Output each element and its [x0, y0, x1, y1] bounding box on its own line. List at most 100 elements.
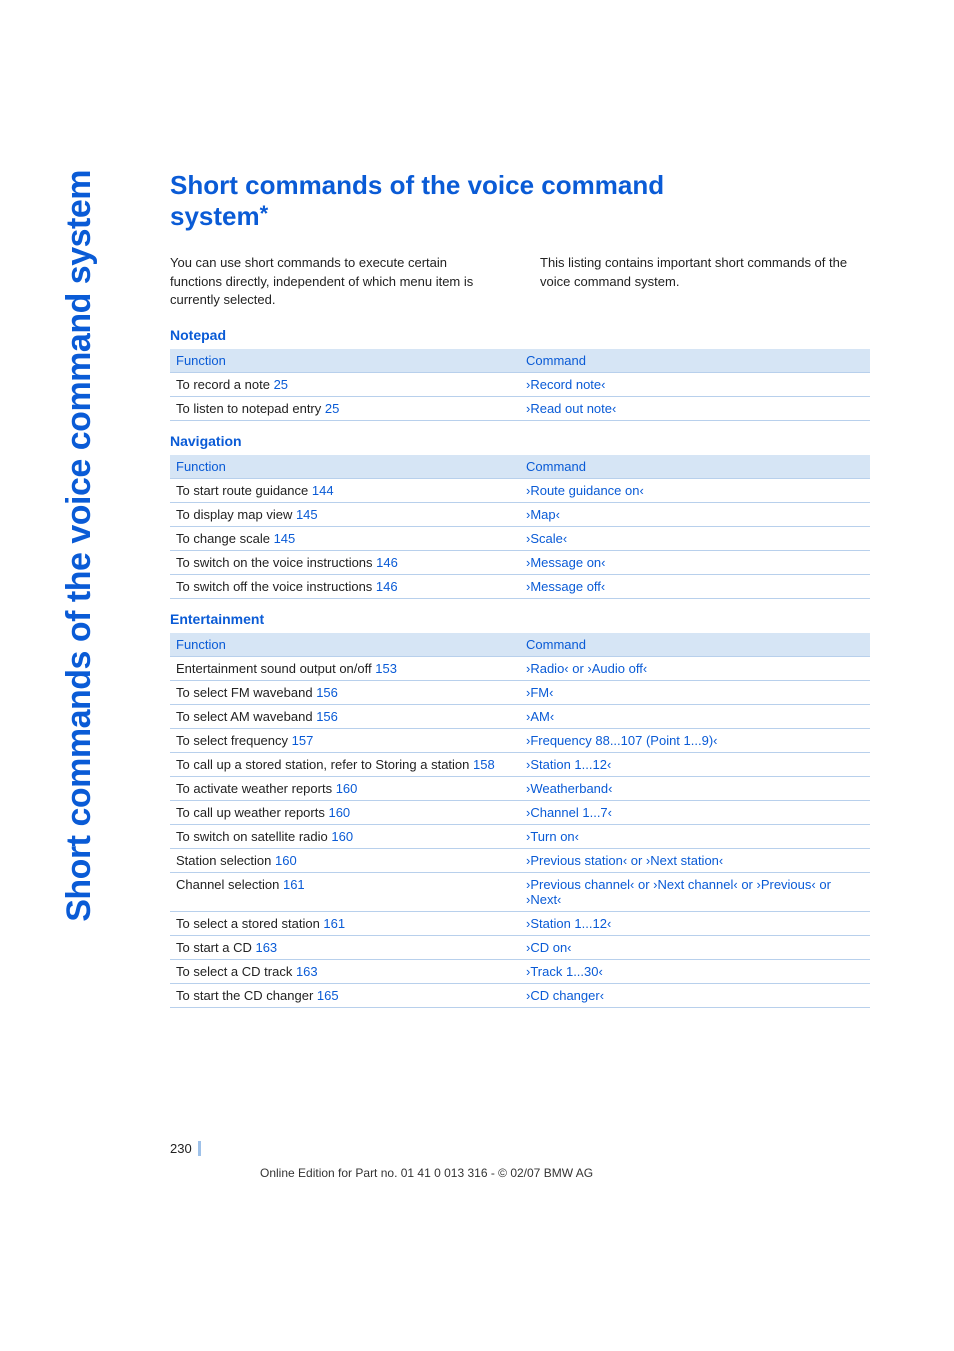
table-row: To start route guidance 144›Route guidan… [170, 478, 870, 502]
section-navigation: Navigation [170, 433, 870, 449]
table-row: To display map view 145›Map‹ [170, 502, 870, 526]
table-row: To switch on satellite radio 160›Turn on… [170, 824, 870, 848]
entertainment-table: Function Command Entertainment sound out… [170, 633, 870, 1008]
table-row: To switch on the voice instructions 146›… [170, 550, 870, 574]
th-function: Function [170, 349, 520, 373]
cell-function: To record a note 25 [170, 372, 520, 396]
table-row: Station selection 160›Previous station‹ … [170, 848, 870, 872]
intro-columns: You can use short commands to execute ce… [170, 254, 870, 309]
cell-command: ›Message off‹ [520, 574, 870, 598]
table-row: To call up weather reports 160›Channel 1… [170, 800, 870, 824]
side-tab-title: Short commands of the voice command syst… [60, 170, 99, 922]
page-ref[interactable]: 161 [323, 916, 345, 931]
navigation-table: Function Command To start route guidance… [170, 455, 870, 599]
table-row: To start the CD changer 165›CD changer‹ [170, 983, 870, 1007]
cell-command: ›Previous station‹ or ›Next station‹ [520, 848, 870, 872]
footer-note: Online Edition for Part no. 01 41 0 013 … [260, 1166, 870, 1180]
table-row: To record a note 25›Record note‹ [170, 372, 870, 396]
cell-function: To select frequency 157 [170, 728, 520, 752]
table-row: To select a CD track 163›Track 1...30‹ [170, 959, 870, 983]
page-ref[interactable]: 160 [328, 805, 350, 820]
cell-command: ›Route guidance on‹ [520, 478, 870, 502]
main-content: Short commands of the voice command syst… [170, 170, 870, 1014]
cell-function: To listen to notepad entry 25 [170, 396, 520, 420]
page-ref[interactable]: 157 [292, 733, 314, 748]
cell-command: ›Channel 1...7‹ [520, 800, 870, 824]
cell-function: To switch off the voice instructions 146 [170, 574, 520, 598]
entertainment-tbody: Entertainment sound output on/off 153›Ra… [170, 656, 870, 1007]
cell-function: To select AM waveband 156 [170, 704, 520, 728]
cell-command: ›Scale‹ [520, 526, 870, 550]
page-ref[interactable]: 145 [296, 507, 318, 522]
cell-function: Channel selection 161 [170, 872, 520, 911]
asterisk-icon: * [260, 201, 269, 226]
section-entertainment: Entertainment [170, 611, 870, 627]
footer: 230 Online Edition for Part no. 01 41 0 … [170, 1140, 870, 1180]
table-row: To call up a stored station, refer to St… [170, 752, 870, 776]
page-ref[interactable]: 158 [473, 757, 495, 772]
cell-function: To select FM waveband 156 [170, 680, 520, 704]
section-notepad: Notepad [170, 327, 870, 343]
th-command: Command [520, 455, 870, 479]
page-ref[interactable]: 146 [376, 579, 398, 594]
table-row: To select FM waveband 156›FM‹ [170, 680, 870, 704]
cell-command: ›Frequency 88...107 (Point 1...9)‹ [520, 728, 870, 752]
title-line1: Short commands of the voice command [170, 170, 664, 200]
page-ref[interactable]: 153 [375, 661, 397, 676]
page-title: Short commands of the voice command syst… [170, 170, 870, 232]
table-row: To select AM waveband 156›AM‹ [170, 704, 870, 728]
cell-command: ›FM‹ [520, 680, 870, 704]
cell-function: To display map view 145 [170, 502, 520, 526]
page-ref[interactable]: 160 [331, 829, 353, 844]
notepad-table: Function Command To record a note 25›Rec… [170, 349, 870, 421]
cell-command: ›Record note‹ [520, 372, 870, 396]
title-line2: system [170, 201, 260, 231]
cell-function: To start route guidance 144 [170, 478, 520, 502]
cell-function: To switch on satellite radio 160 [170, 824, 520, 848]
intro-left: You can use short commands to execute ce… [170, 254, 500, 309]
table-row: To select a stored station 161›Station 1… [170, 911, 870, 935]
cell-function: To switch on the voice instructions 146 [170, 550, 520, 574]
cell-command: ›Radio‹ or ›Audio off‹ [520, 656, 870, 680]
cell-command: ›Read out note‹ [520, 396, 870, 420]
page-ref[interactable]: 163 [296, 964, 318, 979]
cell-command: ›Previous channel‹ or ›Next channel‹ or … [520, 872, 870, 911]
cell-command: ›AM‹ [520, 704, 870, 728]
intro-right: This listing contains important short co… [540, 254, 870, 309]
page-ref[interactable]: 25 [274, 377, 288, 392]
page-ref[interactable]: 160 [336, 781, 358, 796]
th-function: Function [170, 633, 520, 657]
page-ref[interactable]: 163 [255, 940, 277, 955]
page-ref[interactable]: 156 [316, 709, 338, 724]
th-command: Command [520, 349, 870, 373]
page-ref[interactable]: 25 [325, 401, 339, 416]
cell-function: To call up weather reports 160 [170, 800, 520, 824]
page-ref[interactable]: 156 [316, 685, 338, 700]
page-ref[interactable]: 144 [312, 483, 334, 498]
notepad-tbody: To record a note 25›Record note‹To liste… [170, 372, 870, 420]
table-row: Channel selection 161›Previous channel‹ … [170, 872, 870, 911]
page-ref[interactable]: 165 [317, 988, 339, 1003]
cell-function: To select a CD track 163 [170, 959, 520, 983]
cell-command: ›Track 1...30‹ [520, 959, 870, 983]
cell-command: ›Station 1...12‹ [520, 911, 870, 935]
cell-function: To activate weather reports 160 [170, 776, 520, 800]
navigation-tbody: To start route guidance 144›Route guidan… [170, 478, 870, 598]
page-ref[interactable]: 160 [275, 853, 297, 868]
page-number: 230 [170, 1141, 201, 1156]
cell-function: To start the CD changer 165 [170, 983, 520, 1007]
cell-command: ›CD on‹ [520, 935, 870, 959]
page-ref[interactable]: 146 [376, 555, 398, 570]
cell-function: To select a stored station 161 [170, 911, 520, 935]
cell-function: To change scale 145 [170, 526, 520, 550]
table-row: To select frequency 157›Frequency 88...1… [170, 728, 870, 752]
cell-command: ›Map‹ [520, 502, 870, 526]
page-ref[interactable]: 161 [283, 877, 305, 892]
page-ref[interactable]: 145 [274, 531, 296, 546]
cell-function: Station selection 160 [170, 848, 520, 872]
cell-command: ›Turn on‹ [520, 824, 870, 848]
th-function: Function [170, 455, 520, 479]
cell-function: To call up a stored station, refer to St… [170, 752, 520, 776]
th-command: Command [520, 633, 870, 657]
table-row: To activate weather reports 160›Weatherb… [170, 776, 870, 800]
